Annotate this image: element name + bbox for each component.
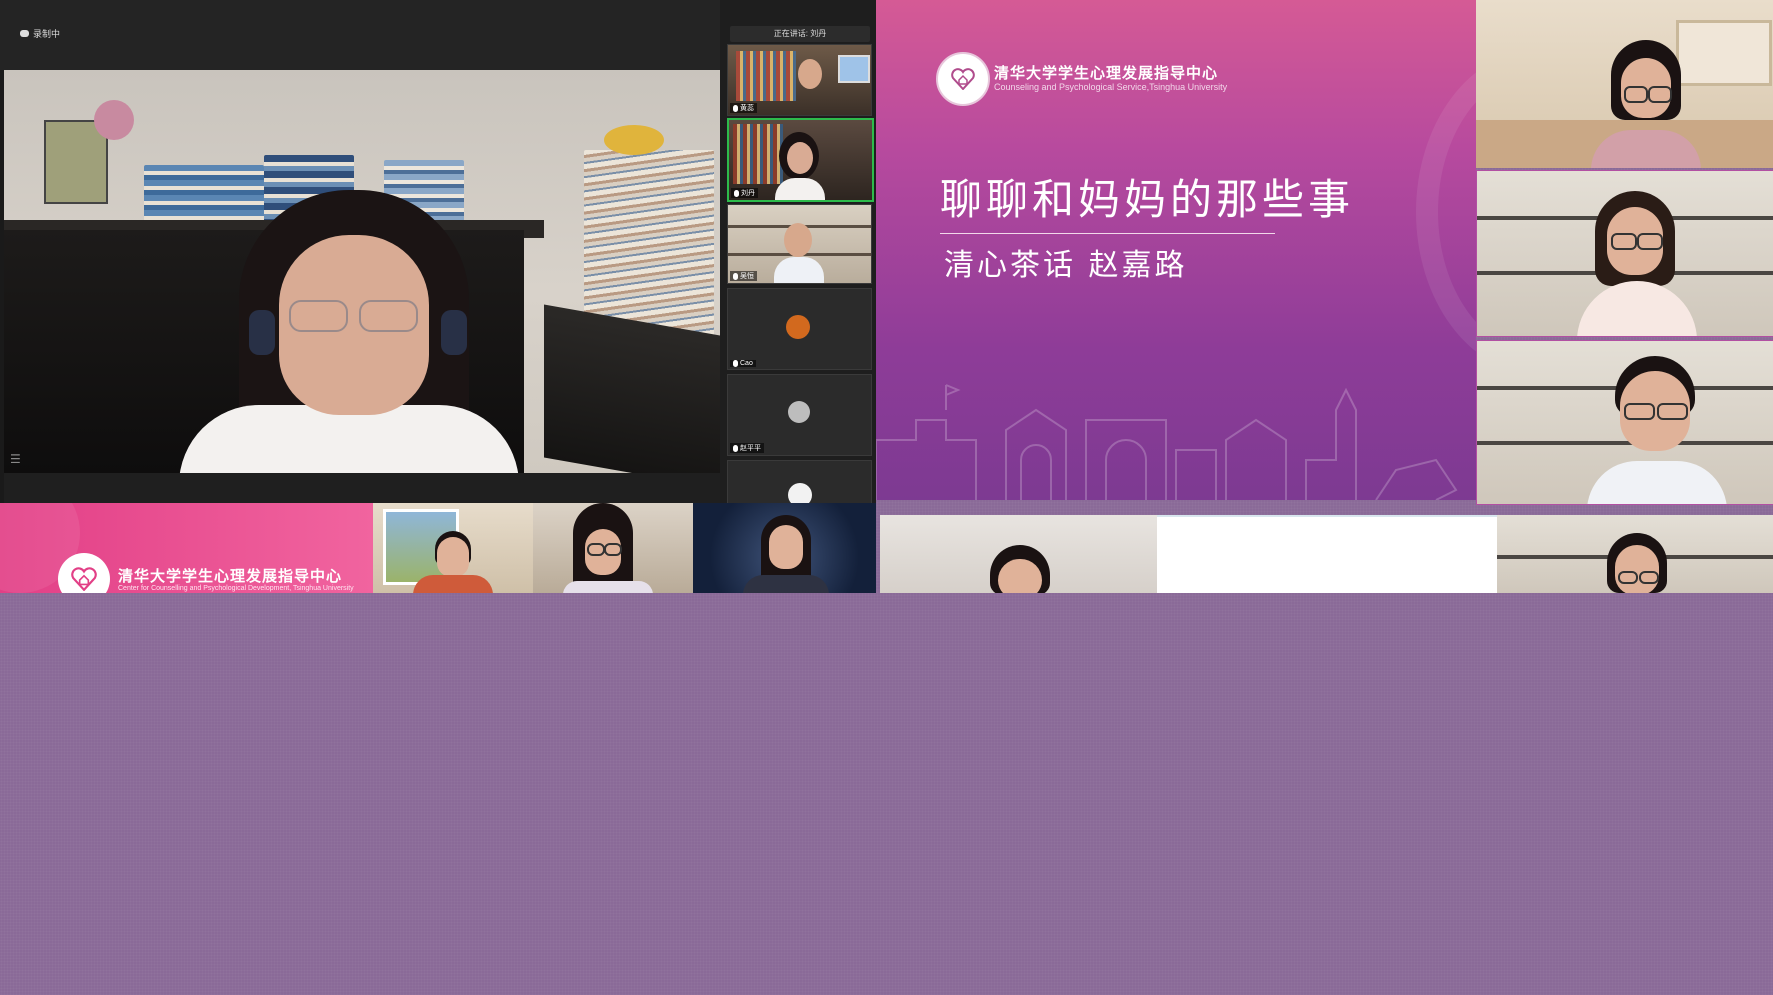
gallery-strip: 清华大学学生心理发展指导中心 Center for Counselling an… — [0, 503, 1773, 593]
face — [798, 59, 822, 89]
bookshelf — [736, 51, 796, 101]
shirt — [179, 405, 519, 473]
flowers — [94, 100, 134, 140]
recording-indicator[interactable]: 录制中 — [20, 27, 60, 40]
participant-tile[interactable]: 赵平平 — [727, 374, 872, 456]
glasses — [289, 300, 419, 332]
recording-label: 录制中 — [33, 29, 61, 39]
participant-video[interactable] — [1476, 170, 1773, 337]
monitor — [838, 55, 870, 83]
presentation-slide: 清华大学学生心理发展指导中心 Counseling and Psychologi… — [876, 0, 1476, 500]
participant-video[interactable] — [693, 503, 876, 593]
participant-video[interactable] — [1476, 340, 1773, 505]
mic-icon — [733, 444, 738, 452]
participant-name: 吴恒 — [730, 271, 757, 281]
campus-skyline — [876, 384, 1458, 500]
speaker-person — [179, 180, 539, 473]
speaking-indicator: 正在讲话: 刘丹 — [730, 26, 870, 42]
participant-name: 赵平平 — [730, 443, 764, 453]
avatar — [786, 315, 810, 339]
slide-subtitle: 清心茶话 赵嘉路 — [944, 248, 1188, 283]
zoom-bottom-bar — [4, 473, 720, 503]
cloud-record-icon — [20, 30, 29, 37]
sunflowers — [604, 125, 664, 155]
participant-video[interactable] — [1497, 515, 1773, 593]
face — [787, 142, 813, 174]
slide-title: 聊聊和妈妈的那些事 — [940, 175, 1355, 224]
avatar — [788, 483, 812, 503]
avatar — [788, 401, 810, 423]
participant-tile[interactable]: 黄蕊 — [727, 44, 872, 116]
wall-painting — [1676, 20, 1772, 86]
mic-icon — [733, 272, 738, 280]
participant-name: Cao — [730, 360, 756, 367]
shared-blank-video[interactable] — [1157, 515, 1497, 593]
org-banner: 清华大学学生心理发展指导中心 Center for Counselling an… — [0, 503, 373, 593]
headset-left — [249, 310, 275, 355]
heart-logo-icon — [71, 567, 97, 591]
banner-org-name-en: Center for Counselling and Psychological… — [118, 585, 354, 592]
bookshelf — [733, 124, 783, 184]
main-speaker-video[interactable] — [4, 70, 720, 473]
shirt — [774, 257, 824, 283]
org-logo — [58, 553, 110, 593]
zoom-meeting-window: 录制中 ☰ 正在讲话: 刘丹 黄蕊 刘丹 吴恒 Cao 赵平平 — [0, 0, 876, 503]
participant-video[interactable] — [533, 503, 693, 593]
decorative-ring — [1416, 50, 1476, 374]
face — [784, 223, 812, 257]
participant-name: 刘丹 — [731, 188, 758, 198]
menu-icon[interactable]: ☰ — [10, 452, 21, 466]
participant-name: 黄蕊 — [730, 103, 757, 113]
participant-tile[interactable]: Cao — [727, 288, 872, 370]
slide-org-name-cn: 清华大学学生心理发展指导中心 — [994, 65, 1219, 82]
heart-logo-icon — [951, 68, 975, 90]
headset-right — [441, 310, 467, 355]
slide-org-name-en: Counseling and Psychological Service,Tsi… — [994, 82, 1228, 92]
zoom-top-bar — [0, 0, 720, 70]
participant-video[interactable] — [880, 515, 1157, 593]
participant-tile[interactable] — [727, 460, 872, 503]
participant-tile[interactable]: 吴恒 — [727, 204, 872, 284]
shirt — [775, 178, 825, 200]
slide-divider — [940, 233, 1275, 234]
participant-video[interactable] — [1476, 0, 1773, 168]
banner-org-name-cn: 清华大学学生心理发展指导中心 — [118, 568, 343, 585]
participant-video[interactable] — [373, 503, 533, 593]
org-logo — [936, 52, 990, 106]
mic-icon — [733, 360, 738, 367]
participant-tile-active[interactable]: 刘丹 — [727, 118, 874, 202]
mic-icon — [733, 104, 738, 112]
mic-icon — [734, 189, 739, 197]
